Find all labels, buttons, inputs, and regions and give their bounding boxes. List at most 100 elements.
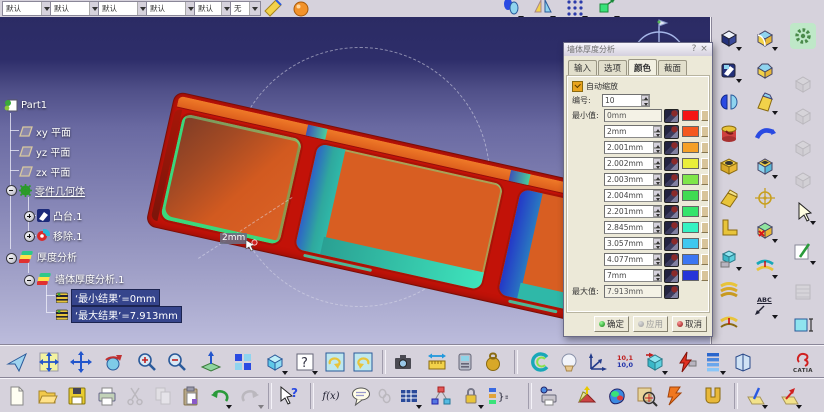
measure-icon[interactable] <box>664 109 679 123</box>
tab-input[interactable]: 输入 <box>568 60 597 77</box>
measure-icon[interactable] <box>664 253 679 267</box>
print-3d-icon[interactable] <box>536 383 562 409</box>
measure-icon[interactable] <box>664 269 679 283</box>
select-cursor-icon[interactable] <box>790 199 816 225</box>
value-field[interactable]: 2.001mm <box>604 141 662 154</box>
text-annotation-icon[interactable]: ABC <box>752 293 778 319</box>
relations-icon[interactable] <box>428 383 454 409</box>
measure-item-icon[interactable] <box>452 349 478 375</box>
book-icon[interactable] <box>730 349 756 375</box>
tab-options[interactable]: 选项 <box>598 60 627 77</box>
rules-icon[interactable]: }= <box>484 383 510 409</box>
paste-icon[interactable] <box>178 383 204 409</box>
chamfer-icon[interactable] <box>752 57 778 83</box>
navigate-sphere-icon[interactable] <box>556 349 582 375</box>
curve-icon[interactable] <box>528 349 554 375</box>
camera-icon[interactable] <box>390 349 416 375</box>
graphic-weight-combo[interactable]: 默认 <box>146 1 197 16</box>
measure-icon[interactable] <box>664 157 679 171</box>
sketch-icon[interactable] <box>790 239 816 265</box>
new-icon[interactable] <box>4 383 30 409</box>
color-picker-button[interactable] <box>701 126 709 137</box>
cancel-button[interactable]: 取消 <box>672 316 707 332</box>
value-field[interactable]: 4.077mm <box>604 253 662 266</box>
graphic-point-combo[interactable]: 默认 <box>194 1 233 16</box>
value-field[interactable]: 2.201mm <box>604 205 662 218</box>
measure-icon[interactable] <box>664 125 679 139</box>
color-swatch[interactable] <box>682 126 699 137</box>
color-swatch[interactable] <box>682 174 699 185</box>
color-swatch[interactable] <box>682 270 699 281</box>
design-table-icon[interactable] <box>396 383 422 409</box>
sew-surface-icon[interactable] <box>752 253 778 279</box>
lock-icon[interactable] <box>458 383 484 409</box>
color-swatch[interactable] <box>682 142 699 153</box>
tree-item-wall-thickness-analysis[interactable]: 墙体厚度分析.1 <box>37 271 125 286</box>
sketch-exit-icon[interactable] <box>776 383 802 409</box>
graphic-linetype-combo[interactable]: 默认 <box>98 1 149 16</box>
expander-plus[interactable] <box>24 211 35 222</box>
snap-icon[interactable]: 10,110,0 <box>612 349 638 375</box>
axis-icon[interactable] <box>584 349 610 375</box>
help-button[interactable]: ? <box>689 44 699 55</box>
graphic-render-combo[interactable]: 无 <box>230 1 261 16</box>
tree-item-thickness-analysis[interactable]: 厚度分析 <box>19 249 77 264</box>
sketch-edit-icon[interactable] <box>742 383 768 409</box>
color-picker-button[interactable] <box>701 270 709 281</box>
color-picker-button[interactable] <box>701 238 709 249</box>
tree-item-remove[interactable]: 移除.1 <box>37 228 83 243</box>
pad-icon[interactable] <box>716 25 742 51</box>
max-value-field[interactable]: 7.913mm <box>604 285 662 298</box>
fillet-icon[interactable] <box>752 25 778 51</box>
graphic-color-combo[interactable]: 默认 <box>2 1 53 16</box>
tree-item-min-result[interactable]: ‘最小结果’=0mm <box>56 289 160 306</box>
hole-icon[interactable] <box>716 153 742 179</box>
stamp-icon[interactable] <box>662 383 688 409</box>
split-icon[interactable] <box>716 89 742 115</box>
draft-icon[interactable] <box>752 89 778 115</box>
rotate-right-icon[interactable] <box>350 349 376 375</box>
color-picker-button[interactable] <box>701 110 709 121</box>
tree-item-part[interactable]: Part1 <box>4 99 47 112</box>
tree-item-pad[interactable]: 凸台.1 <box>37 208 83 223</box>
shell-icon[interactable] <box>752 153 778 179</box>
measure-between-icon[interactable] <box>424 349 450 375</box>
tree-item-xy-plane[interactable]: xy 平面 <box>19 124 71 139</box>
curvature-analysis-icon[interactable] <box>604 383 630 409</box>
color-swatch[interactable] <box>682 206 699 217</box>
zoom-out-icon[interactable] <box>164 349 190 375</box>
tab-section[interactable]: 截面 <box>658 60 687 77</box>
weight-icon[interactable] <box>480 349 506 375</box>
normal-view-icon[interactable] <box>198 349 224 375</box>
color-picker-button[interactable] <box>701 190 709 201</box>
measure-icon[interactable] <box>664 173 679 187</box>
axis-target-icon[interactable] <box>752 185 778 211</box>
stiffener-icon[interactable] <box>716 215 742 241</box>
measure-icon[interactable] <box>664 237 679 251</box>
expander-plus[interactable] <box>24 231 35 242</box>
chevron-down-icon[interactable] <box>249 2 260 15</box>
value-field[interactable]: 7mm <box>604 269 662 282</box>
value-field[interactable]: 2.002mm <box>604 157 662 170</box>
tap-analysis-icon[interactable] <box>634 383 660 409</box>
print-icon[interactable] <box>94 383 120 409</box>
whats-this-icon[interactable]: ? <box>276 383 302 409</box>
color-swatch[interactable] <box>682 222 699 233</box>
isometric-view-icon[interactable] <box>262 349 288 375</box>
measure-icon[interactable] <box>664 205 679 219</box>
undo-icon[interactable] <box>206 383 232 409</box>
color-swatch[interactable] <box>682 238 699 249</box>
boolean-operation-icon[interactable] <box>716 245 742 271</box>
remove-face-icon[interactable] <box>752 217 778 243</box>
layers-icon[interactable] <box>700 349 726 375</box>
measure-icon[interactable] <box>664 221 679 235</box>
color-swatch[interactable] <box>682 190 699 201</box>
color-picker-button[interactable] <box>701 174 709 185</box>
dialog-titlebar[interactable]: 墙体厚度分析 ? × <box>564 43 712 56</box>
open-icon[interactable] <box>34 383 60 409</box>
thickness-icon[interactable] <box>700 383 726 409</box>
quick-view-icon[interactable] <box>230 349 256 375</box>
auto-scale-checkbox[interactable] <box>572 81 583 92</box>
fit-all-in-icon[interactable] <box>36 349 62 375</box>
tree-item-yz-plane[interactable]: yz 平面 <box>19 144 70 159</box>
